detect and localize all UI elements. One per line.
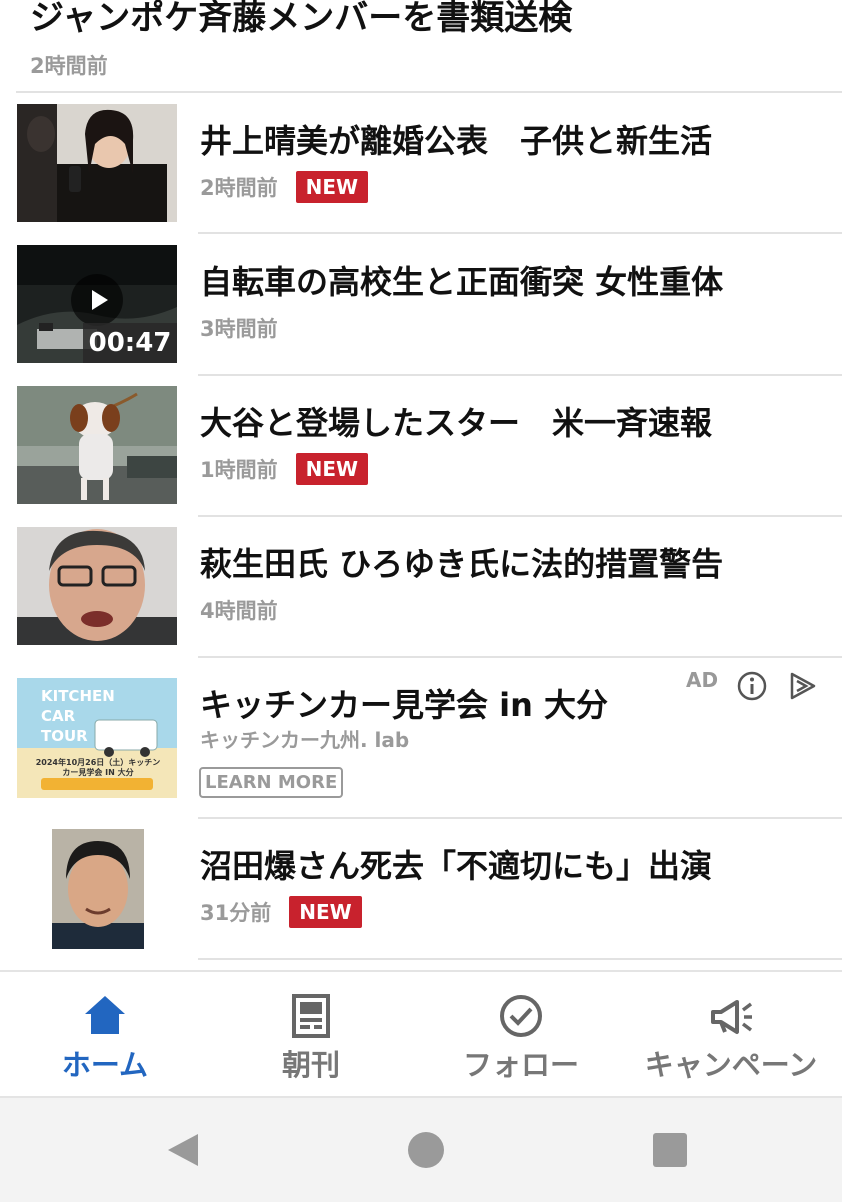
new-badge: NEW bbox=[295, 453, 369, 485]
video-thumbnail: 00:47 bbox=[17, 245, 177, 363]
list-item[interactable]: 井上晴美が離婚公表 子供と新生活 2時間前 NEW bbox=[0, 104, 842, 244]
article-thumbnail bbox=[17, 386, 177, 504]
nav-label: キャンペーン bbox=[644, 1048, 818, 1082]
ad-thumbnail: KITCHEN CAR TOUR 2024年10月26日（土）キッチンカー見学会… bbox=[17, 678, 177, 808]
article-thumbnail bbox=[52, 829, 144, 949]
article-time: 2時間前 bbox=[200, 176, 278, 200]
article-title: 萩生田氏 ひろゆき氏に法的措置警告 bbox=[200, 545, 724, 583]
system-navigation-bar bbox=[0, 1096, 842, 1202]
list-item[interactable]: 萩生田氏 ひろゆき氏に法的措置警告 4時間前 bbox=[0, 527, 842, 667]
divider bbox=[198, 958, 842, 960]
recents-icon[interactable] bbox=[650, 1130, 690, 1170]
article-time: 3時間前 bbox=[200, 317, 278, 341]
new-badge: NEW bbox=[295, 171, 369, 203]
article-title: 自転車の高校生と正面衝突 女性重体 bbox=[200, 263, 724, 301]
nav-morning-paper[interactable]: 朝刊 bbox=[206, 972, 416, 1098]
ad-thumb-text: KITCHEN bbox=[41, 687, 115, 705]
divider bbox=[198, 232, 842, 234]
list-item[interactable]: 00:47 自転車の高校生と正面衝突 女性重体 3時間前 bbox=[0, 245, 842, 385]
divider bbox=[198, 656, 842, 658]
article-title: 大谷と登場したスター 米一斉速報 bbox=[200, 404, 713, 442]
list-item[interactable]: 大谷と登場したスター 米一斉速報 1時間前 NEW bbox=[0, 386, 842, 526]
divider bbox=[198, 515, 842, 517]
article-thumbnail bbox=[17, 104, 177, 222]
ad-label: AD bbox=[686, 668, 719, 692]
ad-thumb-caption: 2024年10月26日（土）キッチンカー見学会 IN 大分 bbox=[35, 758, 161, 777]
list-item[interactable]: 沼田爆さん死去「不適切にも」出演 31分前 NEW bbox=[0, 829, 842, 969]
home-circle-icon[interactable] bbox=[406, 1130, 446, 1170]
nav-follow[interactable]: フォロー bbox=[416, 972, 626, 1098]
article-time: 31分前 bbox=[200, 901, 272, 925]
ad-title: キッチンカー見学会 in 大分 bbox=[200, 686, 609, 724]
adchoices-icon[interactable] bbox=[786, 670, 818, 702]
check-circle-icon bbox=[500, 995, 542, 1037]
learn-more-button[interactable]: LEARN MORE bbox=[199, 767, 344, 798]
home-icon bbox=[85, 996, 125, 1034]
bottom-navigation: ホーム 朝刊 フォロー キャンペーン bbox=[0, 970, 842, 1098]
ad-thumb-text: TOUR bbox=[41, 727, 88, 745]
back-icon[interactable] bbox=[164, 1130, 204, 1170]
new-badge: NEW bbox=[289, 896, 362, 928]
nav-label: フォロー bbox=[462, 1048, 579, 1082]
article-time: 1時間前 bbox=[200, 458, 278, 482]
ad-thumb-text: CAR bbox=[41, 707, 76, 725]
article-title: 沼田爆さん死去「不適切にも」出演 bbox=[200, 847, 713, 885]
article-title: 井上晴美が離婚公表 子供と新生活 bbox=[200, 122, 713, 160]
newspaper-icon bbox=[292, 994, 330, 1038]
play-icon[interactable] bbox=[71, 274, 123, 326]
ad-sponsor: キッチンカー九州. lab bbox=[200, 728, 410, 752]
ad-item[interactable]: KITCHEN CAR TOUR 2024年10月26日（土）キッチンカー見学会… bbox=[0, 668, 842, 818]
divider bbox=[198, 817, 842, 819]
article-title: ジャンポケ斉藤メンバーを書類送検 bbox=[30, 0, 573, 38]
nav-label: ホーム bbox=[61, 1048, 149, 1082]
megaphone-icon bbox=[711, 1000, 753, 1034]
article-time: 4時間前 bbox=[200, 599, 278, 623]
top-article[interactable]: ジャンポケ斉藤メンバーを書類送検 2時間前 bbox=[0, 0, 842, 92]
divider bbox=[198, 374, 842, 376]
article-thumbnail bbox=[17, 527, 177, 645]
nav-home[interactable]: ホーム bbox=[0, 972, 210, 1098]
article-time: 2時間前 bbox=[30, 54, 108, 78]
divider bbox=[16, 91, 842, 93]
video-duration: 00:47 bbox=[83, 323, 177, 363]
nav-campaign[interactable]: キャンペーン bbox=[626, 972, 836, 1098]
info-icon[interactable] bbox=[736, 670, 768, 702]
nav-label: 朝刊 bbox=[281, 1048, 340, 1082]
